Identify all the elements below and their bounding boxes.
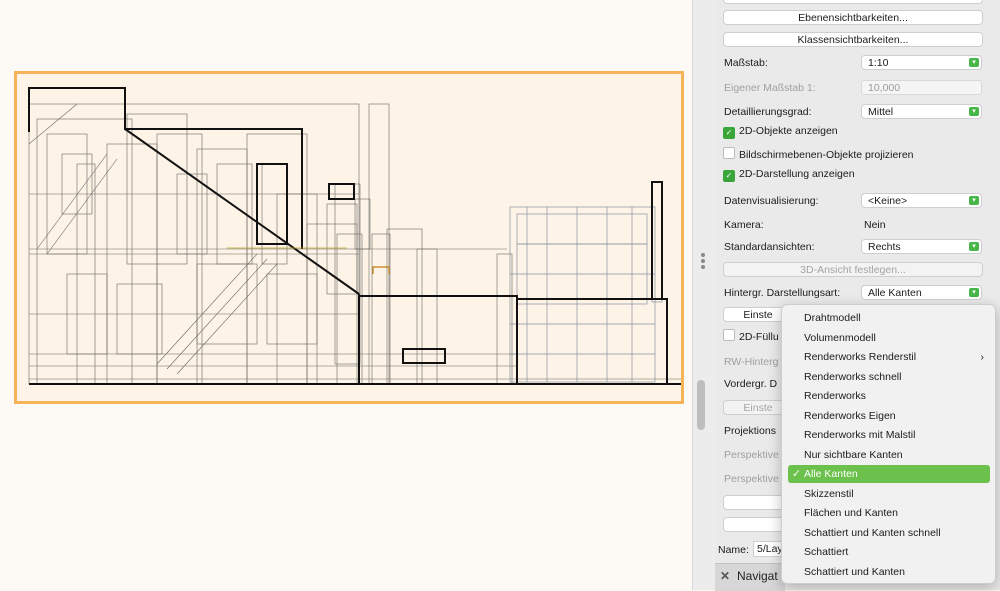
menu-item-renderworks-custom[interactable]: Renderworks Eigen xyxy=(788,407,990,425)
show-2d-objects-checkbox[interactable]: ✓ 2D-Objekte anzeigen xyxy=(723,125,838,139)
menu-item-hidden-line[interactable]: Nur sichtbare Kanten xyxy=(788,446,990,464)
show-2d-display-checkbox[interactable]: ✓ 2D-Darstellung anzeigen xyxy=(723,168,855,182)
truncated-top-button[interactable] xyxy=(723,0,983,4)
standard-views-value: Rechts xyxy=(868,241,901,253)
menu-item-label: Renderworks Eigen xyxy=(804,409,896,422)
bg-render-value: Alle Kanten xyxy=(868,287,922,299)
camera-label: Kamera: xyxy=(724,219,764,231)
chevron-down-icon: ▾ xyxy=(969,107,979,116)
menu-item-label: Alle Kanten xyxy=(804,468,858,480)
menu-item-label: Skizzenstil xyxy=(804,487,854,500)
menu-item-renderworks-fast[interactable]: Renderworks schnell xyxy=(788,368,990,386)
rw-background-label: RW-Hinterg xyxy=(724,356,779,368)
menu-item-renderworks-style[interactable]: Renderworks Renderstil › xyxy=(788,348,990,366)
grip-dot-icon xyxy=(701,253,705,257)
name-label: Name: xyxy=(718,544,749,556)
bg-render-select[interactable]: Alle Kanten ▾ xyxy=(861,285,982,300)
menu-item-renderworks-artistic[interactable]: Renderworks mit Malstil xyxy=(788,426,990,444)
project-screen-layers-label: Bildschirmebenen-Objekte projizieren xyxy=(739,149,914,161)
checkmark-icon: ✓ xyxy=(792,468,801,480)
panel-splitter[interactable] xyxy=(692,0,716,590)
menu-item-label: Schattiert xyxy=(804,546,849,558)
menu-item-shaded[interactable]: Schattiert xyxy=(788,543,990,561)
menu-item-label: Schattiert und Kanten schnell xyxy=(804,526,941,539)
grip-dot-icon xyxy=(701,259,705,263)
data-visualization-select[interactable]: <Keine> ▾ xyxy=(861,193,982,208)
menu-item-all-edges[interactable]: ✓ Alle Kanten xyxy=(788,465,990,483)
projection-label: Projektions xyxy=(724,425,776,437)
checkmark-icon: ✓ xyxy=(723,127,735,139)
menu-item-shaded-and-edges[interactable]: Schattiert und Kanten xyxy=(788,563,990,581)
own-scale-field: 10,000 xyxy=(861,80,982,95)
menu-item-faces-and-edges[interactable]: Flächen und Kanten xyxy=(788,504,990,522)
scale-value: 1:10 xyxy=(868,57,889,69)
project-screen-layers-checkbox[interactable]: Bildschirmebenen-Objekte projizieren xyxy=(723,147,914,161)
data-visualization-value: <Keine> xyxy=(868,195,908,207)
checkbox-empty-icon xyxy=(723,329,735,341)
detail-level-select[interactable]: Mittel ▾ xyxy=(861,104,982,119)
menu-item-label: Drahtmodell xyxy=(804,312,861,324)
close-icon[interactable]: ✕ xyxy=(720,569,730,583)
own-scale-label: Eigener Maßstab 1: xyxy=(724,82,816,94)
render-mode-dropdown-menu[interactable]: Drahtmodell Volumenmodell Renderworks Re… xyxy=(781,304,996,584)
data-visualization-label: Datenvisualisierung: xyxy=(724,195,819,207)
navigator-label: Navigat xyxy=(737,569,778,583)
navigator-tab[interactable]: ✕ Navigat xyxy=(715,563,785,591)
menu-item-renderworks[interactable]: Renderworks xyxy=(788,387,990,405)
show-2d-objects-label: 2D-Objekte anzeigen xyxy=(739,125,838,137)
selected-viewport[interactable] xyxy=(14,71,684,404)
menu-item-label: Renderworks Renderstil xyxy=(804,351,917,363)
menu-item-label: Schattiert und Kanten xyxy=(804,565,905,578)
menu-item-solid-model[interactable]: Volumenmodell xyxy=(788,329,990,347)
menu-item-label: Renderworks xyxy=(804,390,866,402)
bg-render-label: Hintergr. Darstellungsart: xyxy=(724,287,841,299)
chevron-down-icon: ▾ xyxy=(969,288,979,297)
show-2d-display-label: 2D-Darstellung anzeigen xyxy=(739,168,855,180)
camera-value: Nein xyxy=(864,219,886,231)
2d-fill-label: 2D-Füllu xyxy=(739,331,779,343)
drawing-canvas[interactable] xyxy=(0,0,692,590)
detail-level-label: Detaillierungsgrad: xyxy=(724,106,812,118)
class-visibility-button[interactable]: Klassensichtbarkeiten... xyxy=(723,32,983,47)
chevron-right-icon: › xyxy=(980,351,985,363)
menu-item-wireframe[interactable]: Drahtmodell xyxy=(788,309,990,327)
menu-item-shaded-edges-fast[interactable]: Schattiert und Kanten schnell xyxy=(788,524,990,542)
perspective-label-1: Perspektive xyxy=(724,449,779,461)
section-drawing xyxy=(28,87,681,385)
2d-fill-checkbox[interactable]: 2D-Füllu xyxy=(723,329,779,343)
scale-label: Maßstab: xyxy=(724,57,768,69)
detail-level-value: Mittel xyxy=(868,106,894,118)
menu-item-label: Renderworks mit Malstil xyxy=(804,429,916,441)
scale-select[interactable]: 1:10 ▾ xyxy=(861,55,982,70)
menu-item-label: Volumenmodell xyxy=(804,331,876,344)
grip-dot-icon xyxy=(701,265,705,269)
menu-item-label: Flächen und Kanten xyxy=(804,507,898,519)
menu-item-label: Renderworks schnell xyxy=(804,370,902,383)
layer-visibility-button[interactable]: Ebenensichtbarkeiten... xyxy=(723,10,983,25)
scrollbar-thumb[interactable] xyxy=(697,380,705,430)
foreground-render-label: Vordergr. D xyxy=(724,378,778,390)
menu-item-sketch-style[interactable]: Skizzenstil xyxy=(788,485,990,503)
menu-item-label: Nur sichtbare Kanten xyxy=(804,448,903,461)
checkmark-icon: ✓ xyxy=(723,170,735,182)
checkbox-empty-icon xyxy=(723,147,735,159)
chevron-down-icon: ▾ xyxy=(969,58,979,67)
standard-views-label: Standardansichten: xyxy=(724,241,815,253)
perspective-label-2: Perspektive xyxy=(724,473,779,485)
set-3d-view-button[interactable]: 3D-Ansicht festlegen... xyxy=(723,262,983,277)
chevron-down-icon: ▾ xyxy=(969,242,979,251)
chevron-down-icon: ▾ xyxy=(969,196,979,205)
standard-views-select[interactable]: Rechts ▾ xyxy=(861,239,982,254)
